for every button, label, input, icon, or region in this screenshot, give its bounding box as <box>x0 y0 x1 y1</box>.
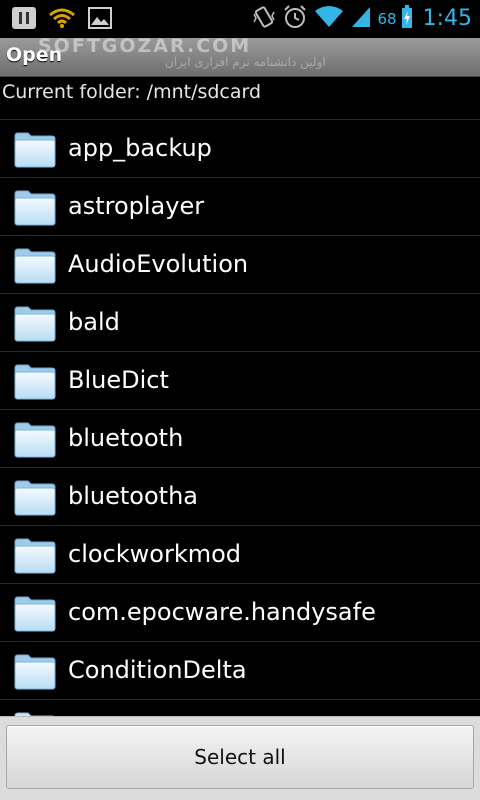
folder-list-item[interactable]: AudioEvolution <box>0 236 480 294</box>
folder-icon <box>14 362 56 400</box>
folder-list-item[interactable]: bluetootha <box>0 468 480 526</box>
pause-icon <box>12 7 36 33</box>
status-notifications <box>12 7 112 33</box>
folder-name: AudioEvolution <box>68 250 249 278</box>
folder-icon <box>14 420 56 458</box>
folder-name: bald <box>68 308 120 336</box>
folder-icon <box>14 594 56 632</box>
folder-list-item[interactable]: clockworkmod <box>0 526 480 584</box>
battery-charging-icon <box>401 5 413 33</box>
folder-name: app_backup <box>68 134 212 162</box>
signal-icon <box>350 5 372 33</box>
folder-list-item[interactable]: astroplayer <box>0 178 480 236</box>
folder-name: clockworkmod <box>68 540 242 568</box>
battery-percent: 68 <box>377 10 397 28</box>
alarm-icon <box>282 4 308 34</box>
folder-list-item[interactable]: app_backup <box>0 120 480 178</box>
folder-icon <box>14 188 56 226</box>
watermark-subtitle: اولین دانشنامه نرم افزاری ایران <box>165 55 326 69</box>
current-folder-label: Current folder: /mnt/sdcard <box>2 81 262 103</box>
folder-name: astroplayer <box>68 192 205 220</box>
folder-icon <box>14 536 56 574</box>
wifi-icon <box>314 5 344 33</box>
folder-list-item[interactable]: ConditionDelta <box>0 642 480 700</box>
status-time: 1:45 <box>422 6 472 31</box>
folder-list-item[interactable]: bald <box>0 294 480 352</box>
select-all-button[interactable]: Select all <box>6 725 474 789</box>
folder-list-item[interactable]: com.epocware.handysafe <box>0 584 480 642</box>
folder-list-item[interactable]: bluetooth <box>0 410 480 468</box>
folder-icon <box>14 478 56 516</box>
status-system: 68 1:45 <box>252 4 472 34</box>
status-bar: 68 1:45 <box>0 0 480 38</box>
folder-name: ConditionDelta <box>68 656 247 684</box>
vibrate-icon <box>252 4 276 34</box>
wifi-alert-icon <box>48 7 76 33</box>
folder-name: BlueDict <box>68 366 169 394</box>
folder-icon <box>14 130 56 168</box>
folder-name: com.epocware.handysafe <box>68 598 376 626</box>
folder-list-item[interactable]: BlueDict <box>0 352 480 410</box>
folder-list: app_backup astroplayer AudioEvolution ba… <box>0 120 480 700</box>
folder-name: bluetootha <box>68 482 198 510</box>
folder-icon <box>14 652 56 690</box>
screen: 68 1:45 Open SOFTGOZAR.COM اولین دانشنام… <box>0 0 480 800</box>
folder-name: bluetooth <box>68 424 184 452</box>
dialog-title-bar: Open SOFTGOZAR.COM اولین دانشنامه نرم اف… <box>0 35 480 77</box>
folder-icon <box>14 246 56 284</box>
bottom-action-bar: Select all <box>0 716 480 800</box>
image-icon <box>88 7 112 33</box>
watermark-logo: SOFTGOZAR.COM <box>38 35 252 57</box>
folder-icon <box>14 304 56 342</box>
